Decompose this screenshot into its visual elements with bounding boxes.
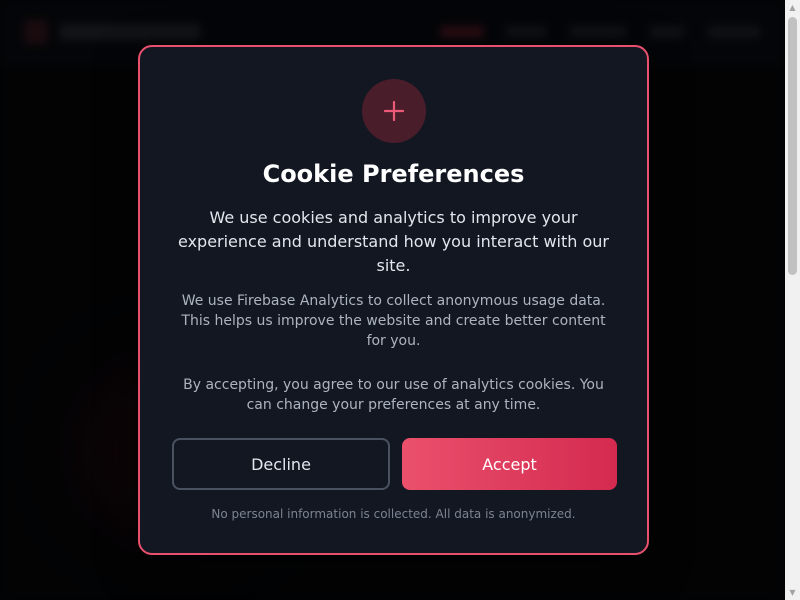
privacy-footnote: No personal information is collected. Al… — [211, 507, 576, 521]
viewport: Cookie Preferences We use cookies and an… — [0, 0, 785, 600]
scroll-down-arrow-icon[interactable]: ▼ — [785, 585, 800, 600]
plus-icon — [362, 79, 426, 143]
cookie-consent-dialog: Cookie Preferences We use cookies and an… — [138, 45, 649, 555]
dialog-detail-text: We use Firebase Analytics to collect ano… — [181, 293, 606, 349]
dialog-consent-text: By accepting, you agree to our use of an… — [183, 377, 604, 413]
dialog-lead-text: We use cookies and analytics to improve … — [178, 208, 609, 275]
accept-button[interactable]: Accept — [402, 438, 617, 490]
vertical-scrollbar[interactable]: ▲ ▼ — [785, 0, 800, 600]
scroll-up-arrow-icon[interactable]: ▲ — [785, 0, 800, 15]
dialog-title: Cookie Preferences — [262, 160, 525, 188]
scrollbar-thumb[interactable] — [788, 17, 797, 275]
decline-button[interactable]: Decline — [172, 438, 390, 490]
